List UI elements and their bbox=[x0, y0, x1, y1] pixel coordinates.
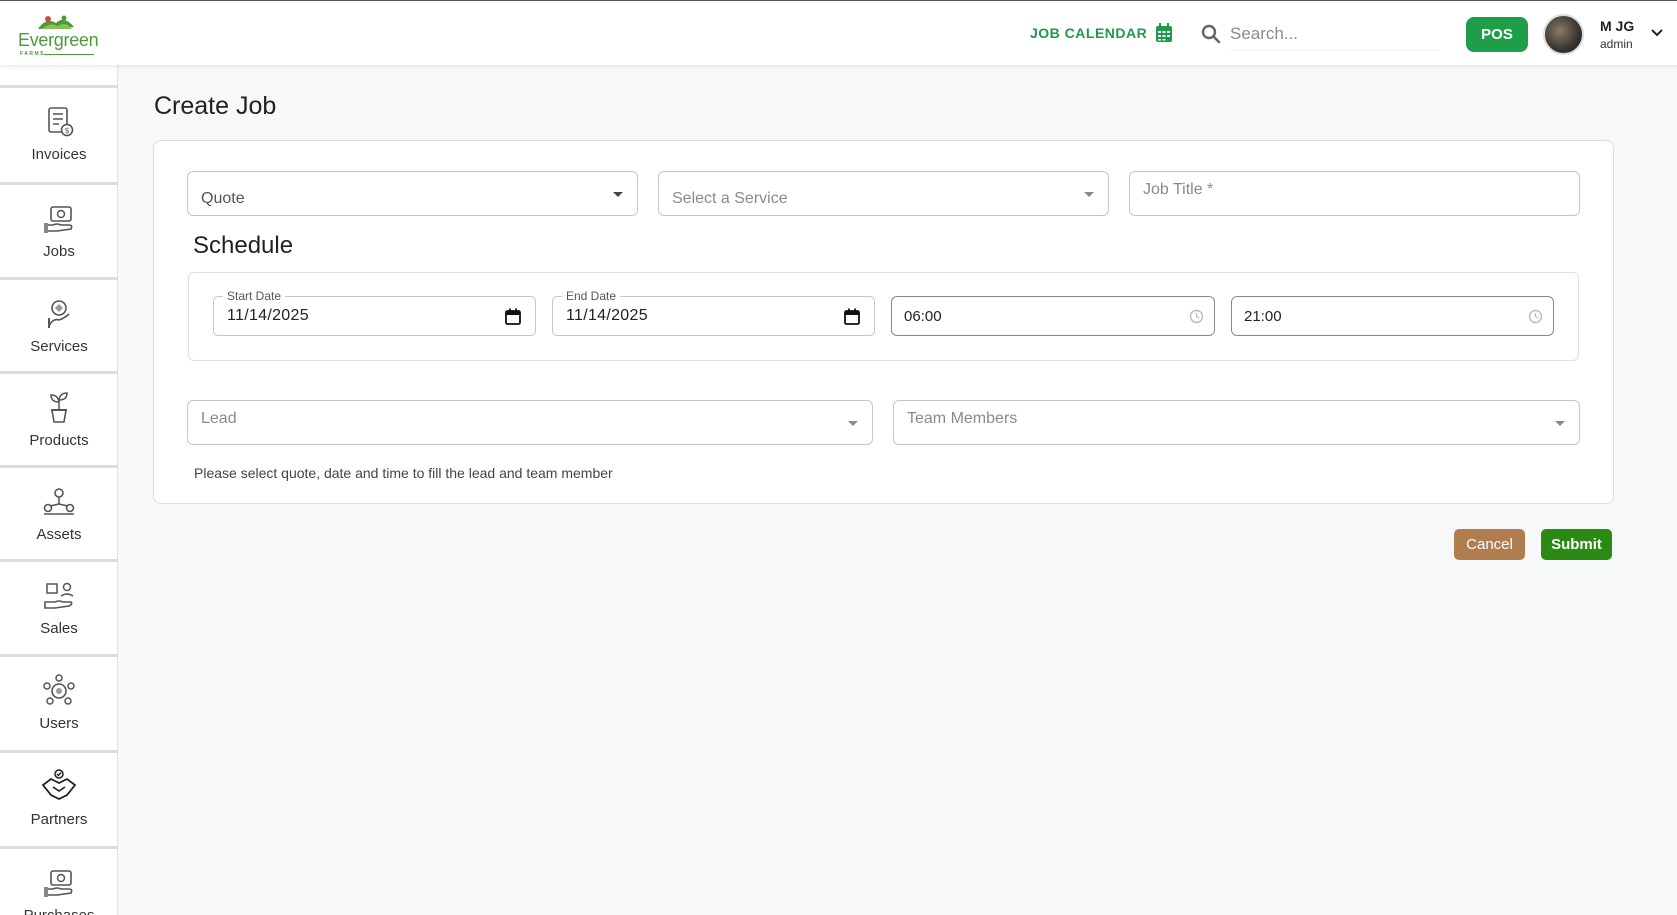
job-calendar-link[interactable]: JOB CALENDAR bbox=[1030, 23, 1173, 43]
sidebar-item-invoices[interactable]: $ Invoices bbox=[0, 85, 118, 175]
service-select-placeholder: Select a Service bbox=[672, 189, 788, 207]
users-icon bbox=[43, 674, 75, 705]
lead-select-placeholder: Lead bbox=[201, 410, 237, 427]
sidebar-item-purchases[interactable]: Purchases bbox=[0, 846, 118, 915]
submit-button[interactable]: Submit bbox=[1541, 529, 1612, 560]
end-date-value: 11/14/2025 bbox=[566, 307, 648, 324]
svg-text:$: $ bbox=[64, 126, 69, 135]
plant-pot-icon bbox=[50, 392, 68, 423]
sidebar-item-label: Invoices bbox=[31, 146, 87, 163]
handshake-icon bbox=[41, 769, 77, 801]
logo-underline bbox=[44, 54, 94, 55]
start-date-label: Start Date bbox=[223, 289, 286, 303]
sidebar-item-label: Partners bbox=[30, 811, 88, 828]
caret-down-icon bbox=[1084, 191, 1094, 197]
start-time-field[interactable]: 06:00 bbox=[891, 296, 1215, 336]
lead-select[interactable]: Lead bbox=[187, 400, 873, 445]
calendar-icon[interactable] bbox=[505, 308, 521, 325]
pos-button[interactable]: POS bbox=[1466, 17, 1528, 52]
team-members-placeholder: Team Members bbox=[907, 410, 1018, 427]
sidebar-item-label: Users bbox=[39, 715, 79, 732]
job-title-field[interactable]: Job Title * bbox=[1129, 171, 1580, 216]
sidebar-item-partners[interactable]: Partners bbox=[0, 750, 118, 840]
logo-hills-icon bbox=[38, 15, 74, 29]
cancel-button[interactable]: Cancel bbox=[1454, 529, 1525, 560]
sidebar-item-label: Sales bbox=[40, 620, 78, 637]
service-select[interactable]: Select a Service bbox=[658, 171, 1109, 216]
sidebar-item-label: Assets bbox=[36, 526, 82, 543]
sales-icon bbox=[44, 582, 74, 609]
calendar-icon bbox=[1156, 23, 1173, 42]
schedule-heading: Schedule bbox=[193, 232, 294, 259]
caret-down-icon bbox=[613, 191, 623, 197]
job-title-placeholder: Job Title * bbox=[1143, 181, 1214, 198]
end-time-field[interactable]: 21:00 bbox=[1231, 296, 1554, 336]
job-calendar-label: JOB CALENDAR bbox=[1030, 25, 1148, 41]
chevron-down-icon[interactable] bbox=[1650, 28, 1664, 38]
clock-icon[interactable] bbox=[1528, 309, 1543, 324]
evergreen-logo[interactable]: Evergreen FARMS bbox=[14, 11, 99, 57]
sidebar-item-jobs[interactable]: Jobs bbox=[0, 182, 118, 272]
search-input[interactable] bbox=[1230, 17, 1440, 51]
calendar-icon[interactable] bbox=[844, 308, 860, 325]
sidebar-item-sales[interactable]: Sales bbox=[0, 559, 118, 649]
sidebar-item-products[interactable]: Products bbox=[0, 371, 118, 461]
start-time-value: 06:00 bbox=[904, 307, 942, 325]
quote-select-value: Quote bbox=[201, 189, 245, 207]
sidebar: $ Invoices Jobs Services Products Assets… bbox=[0, 65, 118, 915]
end-date-label: End Date bbox=[562, 289, 621, 303]
quote-select[interactable]: Quote bbox=[187, 171, 638, 216]
sidebar-item-label: Products bbox=[29, 432, 89, 449]
end-time-value: 21:00 bbox=[1244, 307, 1282, 325]
end-date-field[interactable]: End Date 11/14/2025 bbox=[552, 289, 875, 336]
sidebar-item-label: Services bbox=[30, 338, 88, 355]
logo-subtext: FARMS bbox=[20, 51, 45, 57]
sidebar-item-users[interactable]: Users bbox=[0, 654, 118, 744]
invoice-icon: $ bbox=[48, 107, 74, 137]
start-date-field[interactable]: Start Date 11/14/2025 bbox=[213, 289, 536, 336]
search-icon[interactable] bbox=[1200, 23, 1222, 45]
team-members-select[interactable]: Team Members bbox=[893, 400, 1580, 445]
sidebar-item-assets[interactable]: Assets bbox=[0, 465, 118, 555]
purchases-icon bbox=[44, 870, 73, 897]
clock-icon[interactable] bbox=[1189, 309, 1204, 324]
services-icon bbox=[48, 300, 70, 328]
search-box bbox=[1200, 17, 1444, 51]
sidebar-item-services[interactable]: Services bbox=[0, 277, 118, 367]
page-title: Create Job bbox=[154, 92, 277, 120]
helper-text: Please select quote, date and time to fi… bbox=[194, 465, 613, 481]
caret-down-icon bbox=[848, 420, 858, 426]
caret-down-icon bbox=[1555, 420, 1565, 426]
start-date-value: 11/14/2025 bbox=[227, 307, 309, 324]
assets-icon bbox=[43, 488, 75, 515]
user-role: admin bbox=[1600, 37, 1633, 51]
sidebar-item-label: Jobs bbox=[43, 243, 75, 260]
top-bar: Evergreen FARMS JOB CALENDAR POS M JG ad… bbox=[0, 0, 1677, 65]
logo-text: Evergreen bbox=[18, 30, 99, 50]
jobs-icon bbox=[44, 206, 73, 233]
sidebar-item-label: Purchases bbox=[24, 907, 95, 915]
avatar[interactable] bbox=[1543, 14, 1584, 55]
user-name[interactable]: M JG bbox=[1600, 18, 1634, 34]
